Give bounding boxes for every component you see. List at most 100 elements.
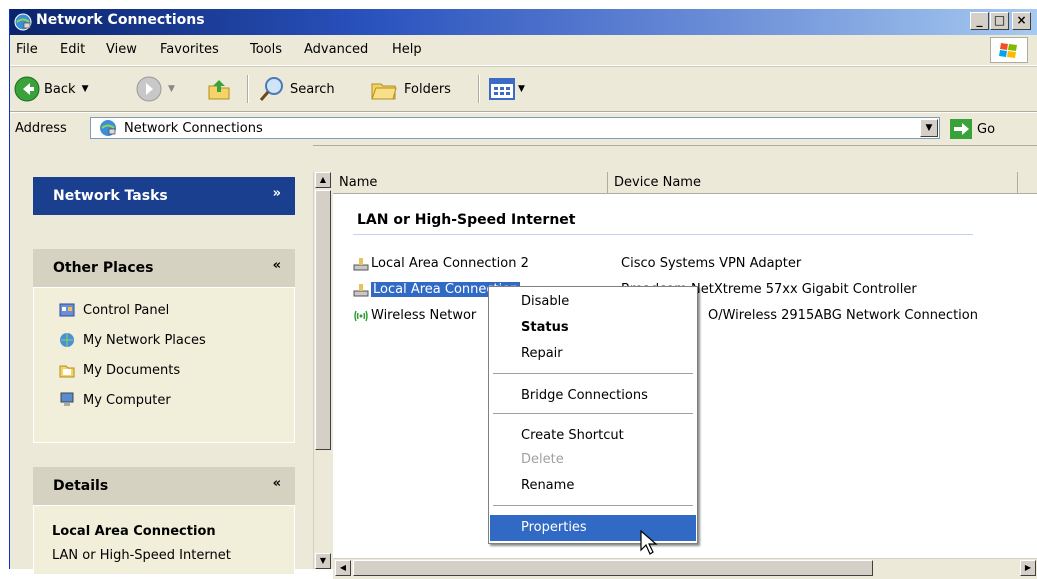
up-folder-button[interactable] (206, 75, 232, 103)
address-value: Network Connections (124, 121, 263, 136)
collapse-chevron-icon[interactable]: « (273, 258, 281, 273)
collapse-chevron-icon[interactable]: « (273, 476, 281, 491)
chevron-down-icon: ▼ (81, 84, 89, 94)
windows-logo-icon (990, 37, 1028, 63)
place-my-network-places[interactable]: My Network Places (59, 332, 206, 348)
toolbar-separator (247, 75, 249, 103)
details-body: Local Area Connection LAN or High-Speed … (33, 505, 295, 575)
connection-device: Cisco Systems VPN Adapter (621, 256, 802, 271)
wireless-connection-icon (354, 310, 368, 322)
menu-delete[interactable]: Delete (490, 447, 696, 473)
menu-edit[interactable]: Edit (60, 42, 85, 57)
back-button[interactable]: Back ▼ (14, 75, 88, 103)
other-places-list: Control Panel My Network Places My Docum… (33, 287, 295, 443)
scroll-up-button[interactable]: ▲ (315, 172, 331, 188)
address-input[interactable]: Network Connections ▼ (90, 117, 940, 139)
window-title: Network Connections (36, 12, 205, 28)
control-panel-icon (59, 303, 75, 317)
menu-properties[interactable]: Properties (490, 515, 696, 541)
menu-view[interactable]: View (106, 42, 137, 57)
menu-separator (493, 505, 693, 506)
details-header[interactable]: Details « (33, 467, 295, 505)
details-title: Details (53, 478, 109, 494)
menu-create-shortcut[interactable]: Create Shortcut (490, 423, 696, 449)
scroll-thumb[interactable] (315, 190, 331, 450)
go-label: Go (977, 121, 996, 137)
address-bar: Address Network Connections ▼ Go (10, 112, 1037, 146)
menu-file[interactable]: File (16, 42, 38, 57)
chevron-down-icon: ▼ (518, 84, 525, 94)
connection-row[interactable]: Local Area Connection 2 Cisco Systems VP… (353, 256, 953, 274)
back-arrow-icon (14, 76, 40, 102)
maximize-button[interactable]: □ (990, 12, 1009, 30)
forward-button[interactable]: ▼ (136, 75, 175, 103)
menu-separator (493, 413, 693, 414)
toolbar-separator (478, 75, 480, 103)
back-label: Back (44, 81, 76, 97)
menu-rename[interactable]: Rename (490, 473, 696, 499)
other-places-title: Other Places (53, 260, 154, 276)
task-pane: Network Tasks » Other Places « Control P… (10, 145, 313, 575)
forward-arrow-icon (136, 76, 162, 102)
column-header-name[interactable]: Name (333, 172, 608, 194)
menu-bar: File Edit View Favorites Tools Advanced … (10, 35, 1037, 66)
place-my-documents[interactable]: My Documents (59, 362, 180, 378)
up-folder-icon (208, 80, 230, 100)
menu-status[interactable]: Status (490, 315, 696, 341)
search-button[interactable]: Search (258, 75, 335, 103)
details-type: LAN or High-Speed Internet (52, 548, 231, 563)
place-my-computer[interactable]: My Computer (59, 392, 171, 408)
connection-name: Wireless Networ (371, 308, 477, 323)
close-button[interactable]: × (1012, 12, 1031, 30)
scroll-left-button[interactable]: ◀ (335, 560, 351, 576)
lan-connection-icon (353, 258, 369, 271)
scroll-down-button[interactable]: ▼ (315, 553, 331, 569)
search-icon (259, 77, 283, 101)
menu-help[interactable]: Help (392, 42, 422, 57)
column-header-more[interactable] (1018, 172, 1037, 194)
my-computer-icon (60, 392, 74, 406)
scroll-right-button[interactable]: ▶ (1020, 560, 1036, 576)
expand-chevron-icon[interactable]: » (273, 186, 281, 201)
menu-favorites[interactable]: Favorites (160, 42, 219, 57)
network-tasks-header[interactable]: Network Tasks » (33, 177, 295, 215)
place-control-panel[interactable]: Control Panel (59, 302, 169, 318)
menu-separator (493, 373, 693, 374)
network-connections-icon (14, 13, 32, 31)
other-places-header[interactable]: Other Places « (33, 249, 295, 287)
menu-advanced[interactable]: Advanced (304, 42, 368, 57)
place-label: My Computer (83, 392, 171, 408)
network-places-icon (60, 333, 74, 347)
folders-icon (371, 83, 397, 100)
go-button[interactable]: Go (950, 119, 995, 139)
minimize-button[interactable]: _ (970, 12, 989, 30)
network-tasks-title: Network Tasks (53, 188, 168, 204)
column-header-device-name[interactable]: Device Name (608, 172, 1018, 194)
vertical-scrollbar[interactable]: ▲ ▼ (313, 172, 333, 569)
place-label: Control Panel (83, 302, 170, 318)
menu-disable[interactable]: Disable (490, 289, 696, 315)
my-documents-icon (59, 365, 75, 378)
address-label: Address (15, 121, 67, 136)
views-icon (489, 78, 515, 100)
menu-bridge-connections[interactable]: Bridge Connections (490, 383, 696, 409)
connection-device: O/Wireless 2915ABG Network Connection (708, 308, 978, 323)
standard-toolbar: Back ▼ ▼ Search Folders ▼ (10, 66, 1037, 112)
group-divider (353, 234, 973, 235)
folders-label: Folders (404, 81, 451, 97)
mouse-cursor-icon (640, 530, 658, 555)
address-dropdown-button[interactable]: ▼ (920, 119, 938, 137)
chevron-down-icon: ▼ (168, 84, 175, 94)
hscroll-thumb[interactable] (353, 560, 873, 576)
connection-name: Local Area Connection 2 (371, 256, 529, 271)
menu-tools[interactable]: Tools (250, 42, 282, 57)
title-bar[interactable]: Network Connections _ □ × (10, 9, 1037, 35)
details-name: Local Area Connection (52, 524, 216, 539)
go-arrow-icon (950, 119, 972, 139)
views-button[interactable]: ▼ (488, 75, 525, 103)
menu-repair[interactable]: Repair (490, 341, 696, 367)
search-label: Search (290, 81, 335, 97)
network-connections-icon (100, 120, 116, 136)
folders-button[interactable]: Folders (370, 75, 451, 103)
place-label: My Documents (83, 362, 181, 378)
